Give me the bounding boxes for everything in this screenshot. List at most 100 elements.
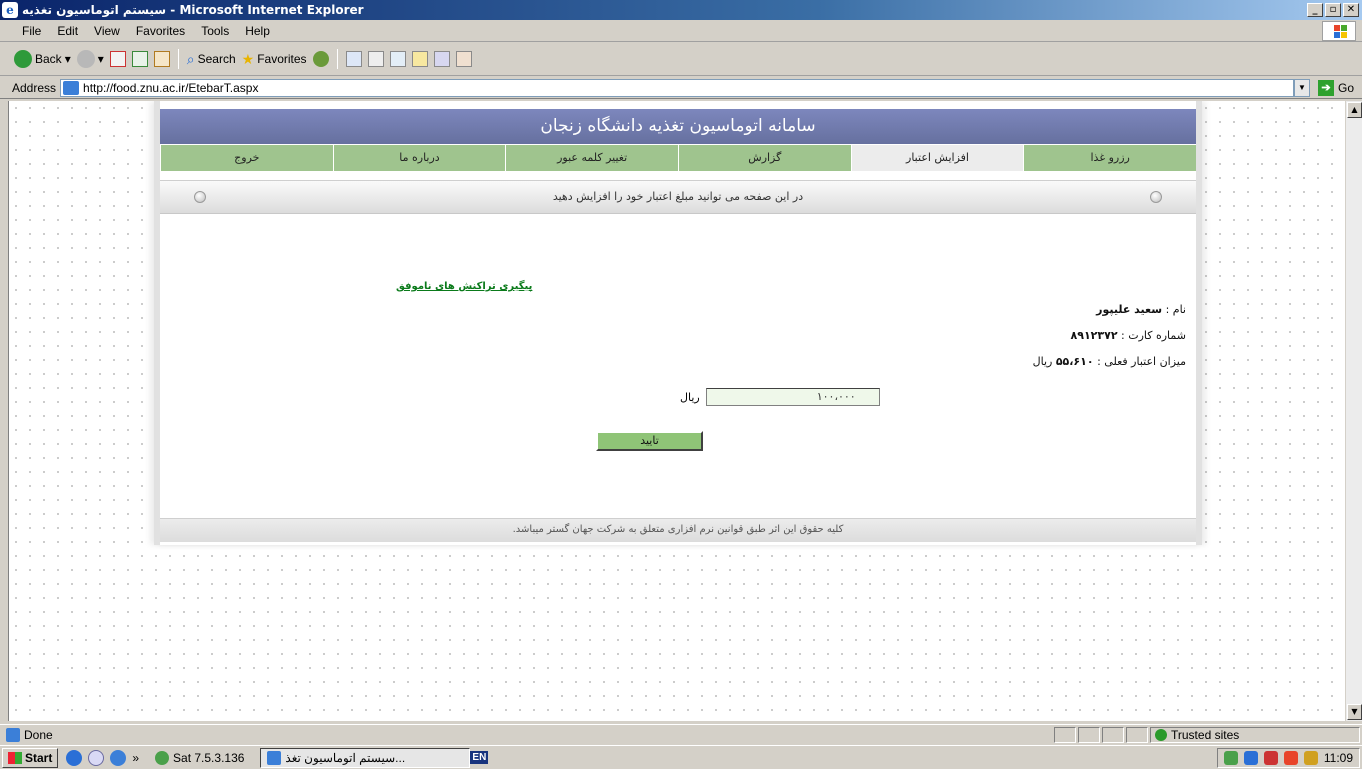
scroll-down-icon[interactable]: ▼ (1347, 704, 1362, 720)
home-icon[interactable] (153, 51, 170, 67)
tab-about[interactable]: درباره ما (332, 145, 506, 171)
confirm-button[interactable]: تایید (596, 431, 703, 451)
taskbar: Start » Sat 7.5.3.136 ...سیستم اتوماسیون… (0, 745, 1362, 769)
menu-view[interactable]: View (86, 24, 128, 38)
ie-icon[interactable] (110, 749, 127, 766)
windows-logo-icon (1322, 21, 1356, 41)
minimize-button[interactable]: _ (1307, 3, 1323, 17)
name-value: سعید علیپور (1096, 303, 1163, 316)
card-row: شماره کارت : ۸۹۱۲۳۷۲ (1033, 323, 1186, 349)
scroll-up-icon[interactable]: ▲ (1347, 102, 1362, 118)
tab-report[interactable]: گزارش (677, 145, 851, 171)
back-label: Back (35, 52, 62, 66)
status-cell (1102, 726, 1124, 743)
folder-icon[interactable] (411, 51, 428, 67)
history-icon[interactable] (312, 51, 329, 67)
vertical-scrollbar[interactable]: ▲ ▼ (1345, 101, 1362, 721)
task-ie-window[interactable]: ...سیستم اتوماسیون تغذ (260, 747, 471, 768)
language-indicator[interactable]: EN (470, 751, 489, 764)
forward-arrow-icon (76, 50, 95, 68)
messenger-icon[interactable] (66, 749, 83, 766)
address-input[interactable]: http://food.znu.ac.ir/EtebarT.aspx (60, 78, 1294, 97)
task-sat[interactable]: Sat 7.5.3.136 (149, 748, 250, 768)
tray-icon[interactable] (1223, 750, 1238, 765)
address-dropdown-icon[interactable]: ▼ (1293, 78, 1310, 97)
chevron-icon[interactable]: » (132, 751, 139, 765)
amount-row: ۱۰۰،۰۰۰ ریال (680, 388, 880, 406)
messenger-icon[interactable] (433, 51, 450, 67)
tab-increase-credit[interactable]: افزایش اعتبار (850, 145, 1024, 171)
menu-help[interactable]: Help (237, 24, 278, 38)
window-controls: _ ▫ ✕ (1307, 3, 1359, 17)
close-button[interactable]: ✕ (1343, 3, 1359, 17)
tray-icon[interactable] (1303, 750, 1318, 765)
name-row: نام : سعید علیپور (1033, 297, 1186, 323)
site-page: سامانه اتوماسیون تغذیه دانشگاه زنجان رزر… (154, 101, 1202, 545)
toolbar: Back ▾ ▾ ⌕ Search ★ Favorites (0, 43, 1362, 76)
stop-icon[interactable] (109, 51, 126, 67)
start-button[interactable]: Start (2, 747, 59, 768)
menu-favorites[interactable]: Favorites (128, 24, 193, 38)
follow-failed-transactions-link[interactable]: پیگیری تراکنش های ناموفق (396, 281, 532, 292)
toolbar-separator (336, 49, 338, 69)
windows-flag-icon (8, 751, 22, 764)
back-button[interactable]: Back ▾ (14, 50, 71, 68)
credit-value: ۵۵،۶۱۰ (1055, 355, 1094, 368)
favorites-label: Favorites (257, 52, 307, 66)
ie-icon: e (2, 2, 18, 18)
menu-file[interactable]: File (14, 24, 49, 38)
tray-icon[interactable] (1243, 750, 1258, 765)
site-nav: رزرو غذا افزایش اعتبار گزارش تغییر کلمه … (159, 145, 1196, 171)
name-label: نام : (1165, 303, 1186, 316)
zone-label: Trusted sites (1171, 727, 1240, 742)
task-sat-label: Sat 7.5.3.136 (173, 750, 245, 765)
address-bar: Address http://food.znu.ac.ir/EtebarT.as… (0, 77, 1362, 99)
user-info: نام : سعید علیپور شماره کارت : ۸۹۱۲۳۷۲ م… (1033, 297, 1186, 375)
desktop-icon[interactable] (88, 749, 105, 766)
circle-icon (1150, 191, 1162, 203)
menu-bar: File Edit View Favorites Tools Help (0, 20, 1362, 42)
edit-icon[interactable] (389, 51, 406, 67)
status-cell (1078, 726, 1100, 743)
go-arrow-icon: ➔ (1317, 79, 1334, 96)
forward-button[interactable]: ▾ (76, 50, 104, 68)
circle-icon (194, 191, 206, 203)
check-icon (1155, 728, 1167, 741)
system-tray: 11:09 (1216, 747, 1360, 768)
ie-icon (267, 750, 282, 765)
tab-reserve-food[interactable]: رزرو غذا (1023, 145, 1196, 171)
info-text: در این صفحه می توانید مبلغ اعتبار خود را… (552, 190, 804, 203)
research-icon[interactable] (455, 51, 472, 67)
title-bar: e سیستم اتوماسیون تغذیه - Microsoft Inte… (0, 0, 1362, 20)
amount-input[interactable]: ۱۰۰،۰۰۰ (705, 388, 880, 406)
card-label: شماره کارت : (1121, 329, 1186, 342)
browser-viewport: سامانه اتوماسیون تغذیه دانشگاه زنجان رزر… (8, 101, 1345, 721)
credit-unit: ریال (1032, 355, 1053, 368)
status-done: Done (0, 727, 1052, 742)
go-button[interactable]: ➔ Go (1310, 79, 1362, 96)
refresh-icon[interactable] (131, 51, 148, 67)
print-icon[interactable] (367, 51, 384, 67)
status-bar: Done Trusted sites (0, 724, 1362, 744)
favorites-button[interactable]: ★ Favorites (242, 51, 307, 68)
page-icon (63, 80, 80, 95)
info-bar: در این صفحه می توانید مبلغ اعتبار خود را… (160, 180, 1196, 214)
tab-logout[interactable]: خروج (159, 145, 333, 171)
network-icon[interactable] (1263, 750, 1278, 765)
tab-change-password[interactable]: تغییر کلمه عبور (505, 145, 678, 171)
menu-edit[interactable]: Edit (49, 24, 86, 38)
card-value: ۸۹۱۲۳۷۲ (1070, 329, 1118, 342)
window-title: سیستم اتوماسیون تغذیه - Microsoft Intern… (22, 3, 364, 17)
credit-label: میزان اعتبار فعلی : (1097, 355, 1186, 368)
amount-unit: ریال (680, 390, 700, 404)
mail-icon[interactable] (345, 51, 362, 67)
maximize-button[interactable]: ▫ (1325, 3, 1341, 17)
chevron-down-icon: ▾ (64, 52, 71, 66)
site-header: سامانه اتوماسیون تغذیه دانشگاه زنجان (160, 109, 1196, 144)
antivirus-icon[interactable] (1283, 750, 1298, 765)
sat-icon (155, 750, 170, 765)
address-url: http://food.znu.ac.ir/EtebarT.aspx (83, 80, 259, 95)
security-zone: Trusted sites (1150, 726, 1360, 743)
search-button[interactable]: ⌕ Search (187, 51, 236, 68)
menu-tools[interactable]: Tools (193, 24, 237, 38)
